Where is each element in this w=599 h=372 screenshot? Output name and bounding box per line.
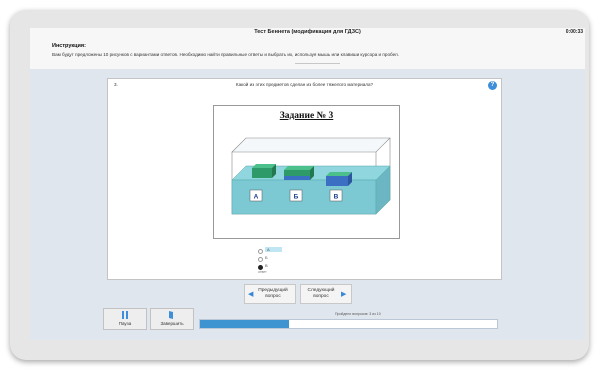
question-panel: 3. Какой из этих предметов сделан из бол… bbox=[107, 78, 502, 280]
finish-button[interactable]: Завершить bbox=[150, 308, 194, 330]
pause-label: Пауза bbox=[118, 321, 132, 326]
label-b: Б bbox=[294, 194, 299, 201]
answer-options: А Б В bbox=[258, 247, 318, 271]
option-v-label: В bbox=[265, 263, 268, 268]
chevron-left-icon: ◀ bbox=[248, 291, 254, 298]
option-v[interactable]: В bbox=[258, 263, 318, 271]
option-b-label: Б bbox=[265, 255, 268, 260]
option-a-label: А bbox=[265, 247, 282, 252]
prev-question-button[interactable]: ◀ Предыдущий вопрос bbox=[244, 284, 296, 304]
instructions-label: Инструкция: bbox=[52, 43, 86, 49]
prev-label-line1: Предыдущий bbox=[258, 288, 288, 293]
window-title: Тест Беннета (модификация для ГДЗС) bbox=[254, 29, 361, 35]
next-question-button[interactable]: Следующий вопрос ▶ bbox=[300, 284, 352, 304]
radio-a[interactable] bbox=[258, 249, 263, 254]
instructions-panel: Инструкция: Вам будут предложены 10 рису… bbox=[30, 39, 585, 69]
progress-label: Пройдено вопросов: 3 из 10 bbox=[335, 312, 381, 316]
prev-label-line2: вопрос bbox=[265, 293, 281, 299]
question-text: Какой из этих предметов сделан из более … bbox=[235, 82, 374, 87]
question-image: Задание № 3 А Б В bbox=[213, 105, 400, 239]
option-a[interactable]: А bbox=[258, 247, 318, 255]
next-label-line1: Следующий bbox=[307, 288, 335, 293]
label-a: А bbox=[254, 194, 259, 201]
progress-bar bbox=[199, 319, 498, 329]
label-v: В bbox=[334, 194, 339, 201]
finish-icon bbox=[169, 311, 173, 319]
instructions-divider bbox=[295, 63, 340, 64]
finish-label: Завершить bbox=[160, 321, 184, 326]
pause-icon bbox=[122, 311, 128, 319]
option-b[interactable]: Б bbox=[258, 255, 318, 263]
instructions-text: Вам будут предложены 10 рисунков с вариа… bbox=[52, 52, 399, 57]
answer-note: ответ bbox=[258, 270, 267, 274]
radio-b[interactable] bbox=[258, 257, 263, 262]
title-bar: Тест Беннета (модификация для ГДЗС) 0:00… bbox=[30, 28, 585, 39]
chevron-right-icon: ▶ bbox=[341, 291, 347, 298]
next-label-line2: вопрос bbox=[313, 293, 329, 299]
timer: 0:00:33 bbox=[565, 29, 583, 35]
aquarium-illustration: А Б В bbox=[231, 137, 391, 215]
pause-button[interactable]: Пауза bbox=[103, 308, 147, 330]
help-icon[interactable]: ? bbox=[488, 81, 497, 90]
app-screen: Тест Беннета (модификация для ГДЗС) 0:00… bbox=[30, 28, 585, 340]
progress-fill bbox=[200, 320, 290, 328]
